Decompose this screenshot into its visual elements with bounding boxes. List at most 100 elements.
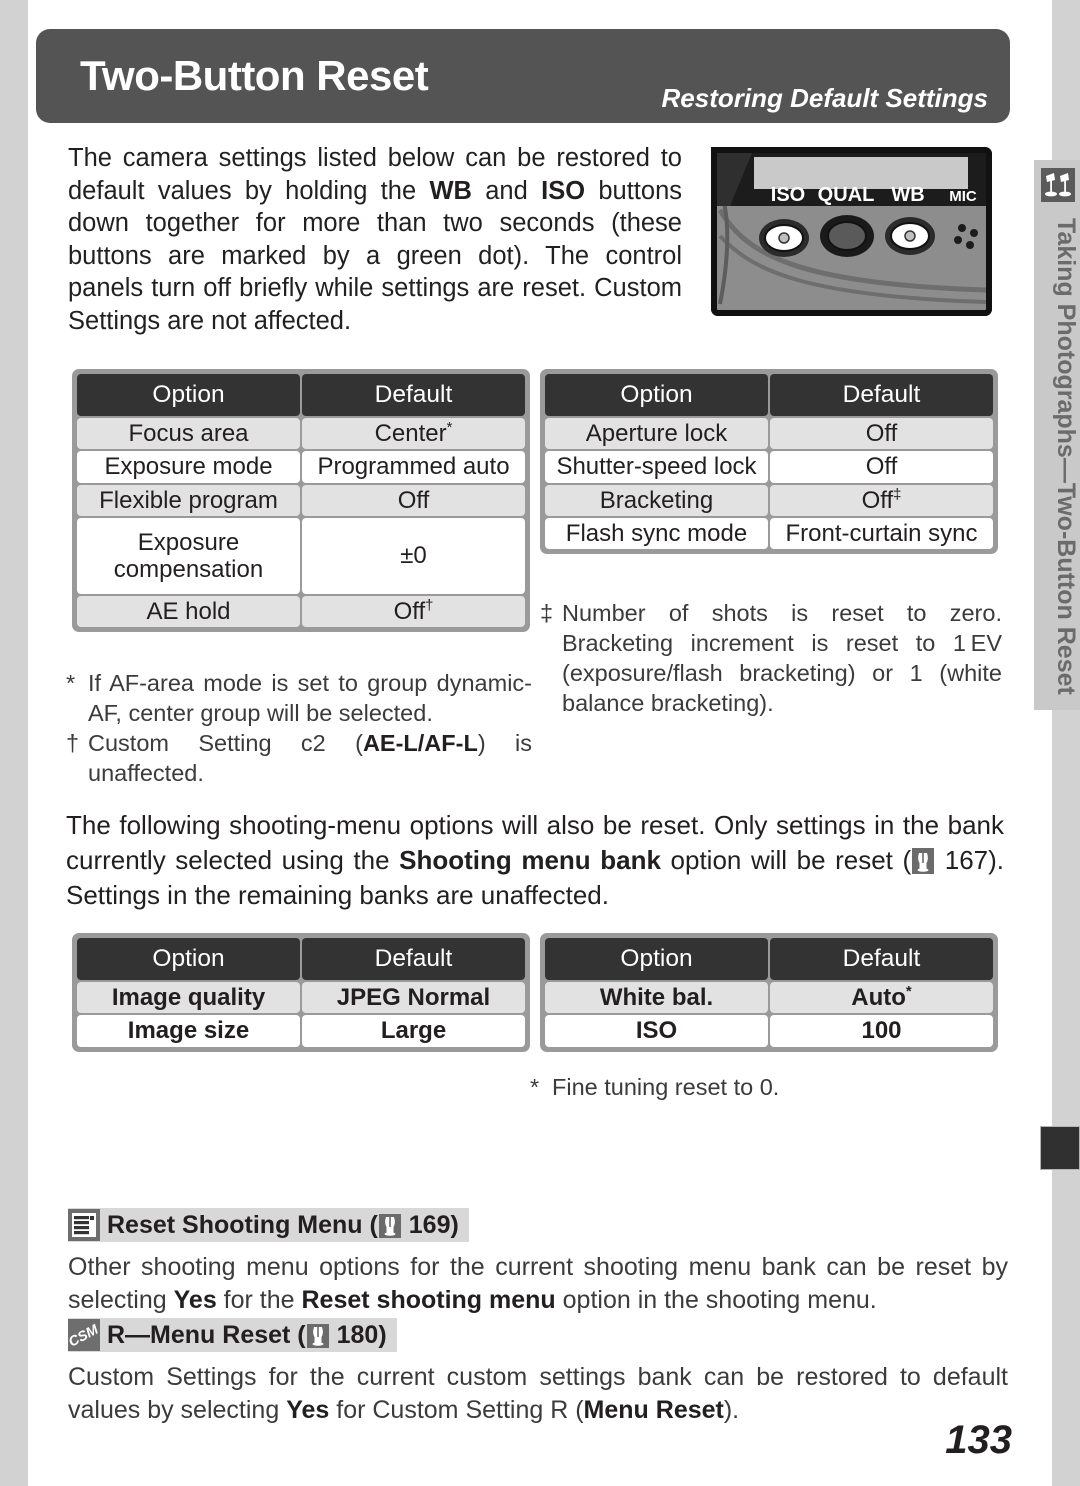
table-bottom-right: Option Default White bal. Auto* ISO 100 <box>540 933 998 1052</box>
table-row: AE hold Off† <box>77 596 525 628</box>
footnotes-left: * If AF-area mode is set to group dynami… <box>66 668 532 788</box>
camera-label-iso: ISO <box>771 184 805 206</box>
footnotes-bottom: * Fine tuning reset to 0. <box>530 1072 1000 1102</box>
cell-option: ISO <box>545 1015 768 1047</box>
table-row: ISO 100 <box>545 1015 993 1047</box>
mid-paragraph: The following shooting-menu options will… <box>66 808 1004 913</box>
page-reference-icon <box>912 848 935 874</box>
note-page-ref: 180 <box>336 1320 379 1349</box>
note-body-3: option in the shooting menu. <box>555 1286 877 1314</box>
footnote-mark: † <box>66 730 80 756</box>
note-title: R—Menu Reset ( 180) <box>107 1321 387 1350</box>
cell-default: Large <box>302 1015 525 1047</box>
page-subtitle: Restoring Default Settings <box>661 83 988 113</box>
note-body-3: ). <box>723 1396 740 1424</box>
cell-option: Focus area <box>77 418 300 450</box>
note-title-pre: R—Menu Reset ( <box>107 1320 306 1349</box>
note-body-bold-option: Reset shooting menu <box>301 1286 556 1314</box>
camera-svg: ISO QUAL WB MIC <box>711 147 992 316</box>
camera-top-panel-illustration: ISO QUAL WB MIC <box>706 144 993 319</box>
page-number: 133 <box>945 1418 1012 1462</box>
table-row: Exposure compensation ±0 <box>77 518 525 595</box>
footnote-mark: * <box>530 1074 540 1100</box>
footnote-mark: * <box>905 984 912 1000</box>
camera-label-mic: MIC <box>949 188 977 205</box>
note-title-pre: Reset Shooting Menu ( <box>107 1210 378 1239</box>
table-row: White bal. Auto* <box>545 982 993 1014</box>
footnote-mark: ‡ <box>540 600 554 626</box>
cell-default: Off† <box>302 596 525 628</box>
cell-option: Exposure compensation <box>77 518 300 595</box>
footnote-text: Fine tuning reset to 0. <box>552 1074 780 1100</box>
table-top-right: Option Default Aperture lock Off Shutter… <box>540 369 998 555</box>
note-page-ref: 169 <box>408 1210 451 1239</box>
note-body-bold-yes: Yes <box>173 1286 217 1314</box>
page-header-bar: Two-Button Reset Restoring Default Setti… <box>36 29 1010 123</box>
cell-default: Off‡ <box>770 484 993 517</box>
page-edge-marker <box>1040 1126 1080 1170</box>
footnote-mark: † <box>425 598 434 615</box>
footnote-item: † Custom Setting c2 (AE-L/AF-L) is unaff… <box>66 728 532 788</box>
table-row: Image quality JPEG Normal <box>77 982 525 1014</box>
cell-option: Image quality <box>77 982 300 1014</box>
table-header-row: Option Default <box>545 374 993 416</box>
cell-default: Programmed auto <box>302 451 525 483</box>
cell-default: 100 <box>770 1015 993 1047</box>
table-row: Flash sync mode Front-curtain sync <box>545 518 993 550</box>
table-row: Aperture lock Off <box>545 418 993 450</box>
table-header-row: Option Default <box>77 938 525 980</box>
column-header-default: Default <box>770 374 993 416</box>
table-row: Flexible program Off <box>77 484 525 517</box>
table-row: Bracketing Off‡ <box>545 484 993 517</box>
note-title: Reset Shooting Menu ( 169) <box>107 1211 459 1240</box>
footnote-text-bold: AE-L/AF-L <box>362 730 478 756</box>
footnote-mark: ‡ <box>893 486 902 503</box>
footnotes-right: ‡ Number of shots is reset to zero. Brac… <box>540 598 1002 718</box>
cell-default: Front-curtain sync <box>770 518 993 550</box>
mid-text-2: option will be reset ( <box>660 845 912 875</box>
cell-default-text: Center <box>374 420 447 447</box>
note-header: Reset Shooting Menu ( 169) <box>68 1208 469 1242</box>
cell-option: AE hold <box>77 596 300 628</box>
column-header-default: Default <box>302 938 525 980</box>
cell-default: Off <box>770 418 993 450</box>
cell-default: Center* <box>302 418 525 450</box>
cell-option: Shutter-speed lock <box>545 451 768 483</box>
cell-default: Off <box>770 451 993 483</box>
cell-default: ±0 <box>302 518 525 595</box>
footnote-item: * Fine tuning reset to 0. <box>530 1072 1000 1102</box>
csm-icon: CSM <box>66 1319 101 1351</box>
table-bottom-left: Option Default Image quality JPEG Normal… <box>72 933 530 1052</box>
note-body: Other shooting menu options for the curr… <box>68 1251 1008 1317</box>
page-reference-icon <box>306 1323 329 1348</box>
cell-option: Exposure mode <box>77 451 300 483</box>
table-row: Focus area Center* <box>77 418 525 450</box>
note-body-2: for Custom Setting R ( <box>329 1396 584 1424</box>
column-header-option: Option <box>77 374 300 416</box>
note-body-2: for the <box>216 1286 302 1314</box>
camera-label-wb: WB <box>891 184 924 206</box>
cell-default-text: Auto <box>851 984 906 1011</box>
footnote-mark: * <box>66 670 76 696</box>
table-header-row: Option Default <box>545 938 993 980</box>
column-header-option: Option <box>545 374 768 416</box>
side-tab-label: Taking Photographs—Two-Button Reset <box>1052 218 1080 695</box>
footnote-mark: * <box>446 420 453 436</box>
cell-default-text: Off <box>393 598 426 626</box>
cell-default: JPEG Normal <box>302 982 525 1014</box>
menu-icon <box>68 1209 100 1241</box>
section-side-tab: Taking Photographs—Two-Button Reset <box>1034 160 1080 710</box>
footnote-text-pre: Custom Setting c2 ( <box>88 730 363 756</box>
table-row: Exposure mode Programmed auto <box>77 451 525 483</box>
footnote-item: * If AF-area mode is set to group dynami… <box>66 668 532 728</box>
column-header-option: Option <box>77 938 300 980</box>
cell-default: Off <box>302 484 525 517</box>
table-header-row: Option Default <box>77 374 525 416</box>
note-reset-shooting-menu: Reset Shooting Menu ( 169) Other shootin… <box>68 1208 1008 1317</box>
cell-option: Aperture lock <box>545 418 768 450</box>
intro-paragraph: The camera settings listed below can be … <box>68 142 682 338</box>
mid-page-ref: 167 <box>944 845 989 875</box>
cell-option: Bracketing <box>545 484 768 517</box>
column-header-default: Default <box>302 374 525 416</box>
cell-option: Flash sync mode <box>545 518 768 550</box>
